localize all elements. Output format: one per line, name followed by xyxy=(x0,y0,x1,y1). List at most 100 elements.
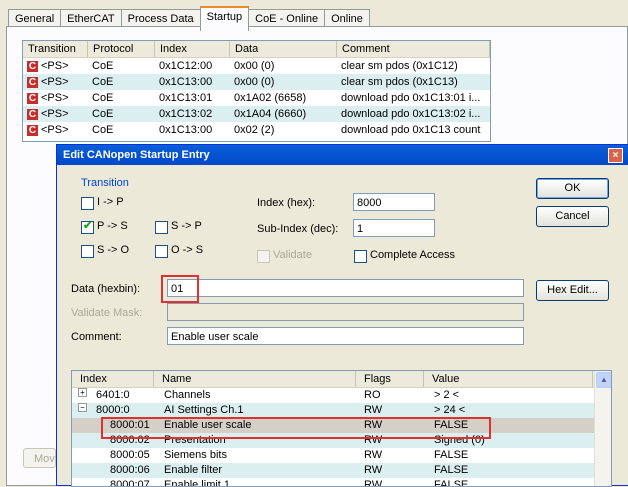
scroll-up-icon[interactable]: ▲ xyxy=(596,372,611,388)
comment-cell: clear sm pdos (0x1C13) xyxy=(341,76,458,88)
startup-list[interactable]: Transition Protocol Index Data Comment C… xyxy=(22,40,491,142)
protocol-cell: CoE xyxy=(92,92,114,104)
tree-flags: RW xyxy=(364,449,383,461)
data-input[interactable]: 01 xyxy=(167,279,524,297)
tree-name: Channels xyxy=(164,389,211,401)
tree-row[interactable]: − 8000:0 AI Settings Ch.1 RW > 24 < xyxy=(72,403,611,418)
col-name[interactable]: Name xyxy=(154,371,356,387)
data-cell: 0x00 (0) xyxy=(234,76,275,88)
tree-index: 8000:0 xyxy=(96,404,130,416)
coe-entry-icon: C xyxy=(27,60,38,72)
index-input[interactable]: 8000 xyxy=(353,193,435,211)
transition-cell: <PS> xyxy=(41,124,69,136)
checkbox-o-s[interactable] xyxy=(155,245,168,258)
index-cell: 0x1C13:01 xyxy=(159,92,213,104)
tab-startup[interactable]: Startup xyxy=(199,6,250,31)
table-row[interactable]: C <PS> CoE 0x1C13:00 0x00 (0) clear sm pd… xyxy=(23,74,490,90)
subindex-label: Sub-Index (dec): xyxy=(257,223,339,235)
col-value[interactable]: Value xyxy=(424,371,593,387)
transition-cell: <PS> xyxy=(41,60,69,72)
checkbox-s-p-label: S -> P xyxy=(171,220,202,232)
tree-index: 8000:07 xyxy=(110,479,150,487)
tree-flags: RW xyxy=(364,479,383,487)
table-row[interactable]: C <PS> CoE 0x1C12:00 0x00 (0) clear sm pd… xyxy=(23,58,490,74)
checkbox-i-p-label: I -> P xyxy=(97,196,124,208)
coe-entry-icon: C xyxy=(27,124,38,136)
col-transition[interactable]: Transition xyxy=(23,41,88,57)
ok-button[interactable]: OK xyxy=(536,178,609,199)
index-cell: 0x1C12:00 xyxy=(159,60,213,72)
tree-row[interactable]: 8000:07 Enable limit 1 RW FALSE xyxy=(72,478,611,487)
col-flags[interactable]: Flags xyxy=(356,371,424,387)
tree-value: > 24 < xyxy=(434,404,466,416)
col-data[interactable]: Data xyxy=(230,41,337,57)
checkbox-s-o[interactable] xyxy=(81,245,94,258)
protocol-cell: CoE xyxy=(92,108,114,120)
comment-cell: download pdo 0x1C13 count xyxy=(341,124,481,136)
tree-row[interactable]: 8000:05 Siemens bits RW FALSE xyxy=(72,448,611,463)
data-cell: 0x00 (0) xyxy=(234,60,275,72)
complete-access-label: Complete Access xyxy=(370,249,455,261)
checkbox-i-p[interactable] xyxy=(81,197,94,210)
col-comment[interactable]: Comment xyxy=(337,41,490,57)
checkbox-o-s-label: O -> S xyxy=(171,244,204,256)
transition-group-label: Transition xyxy=(81,177,129,189)
validate-mask-label: Validate Mask: xyxy=(71,307,143,319)
checkmark-icon: ✔ xyxy=(83,220,93,232)
transition-cell: <PS> xyxy=(41,108,69,120)
tree-flags: RW xyxy=(364,464,383,476)
tab-strip: General EtherCAT Process Data Startup Co… xyxy=(8,6,370,31)
data-label: Data (hexbin): xyxy=(71,283,141,295)
validate-mask-input[interactable] xyxy=(167,303,524,321)
move-button[interactable]: Mov xyxy=(23,448,56,468)
table-row[interactable]: C <PS> CoE 0x1C13:00 0x02 (2) download pd… xyxy=(23,122,490,138)
tree-name: Enable limit 1 xyxy=(164,479,231,487)
data-cell: 0x1A04 (6660) xyxy=(234,108,307,120)
expand-icon[interactable]: + xyxy=(78,388,87,397)
subindex-input[interactable]: 1 xyxy=(353,219,435,237)
transition-cell: <PS> xyxy=(41,92,69,104)
collapse-icon[interactable]: − xyxy=(78,403,87,412)
tree-value: > 2 < xyxy=(434,389,460,401)
hex-edit-button[interactable]: Hex Edit... xyxy=(536,280,609,301)
col-index[interactable]: Index xyxy=(72,371,154,387)
validate-label: Validate xyxy=(273,249,312,261)
index-cell: 0x1C13:02 xyxy=(159,108,213,120)
tree-name: Siemens bits xyxy=(164,449,227,461)
startup-list-header: Transition Protocol Index Data Comment xyxy=(23,41,490,58)
tree-row[interactable]: 8000:06 Enable filter RW FALSE xyxy=(72,463,611,478)
highlight-box xyxy=(101,417,491,439)
tree-flags: RW xyxy=(364,404,383,416)
comment-input[interactable]: Enable user scale xyxy=(167,327,524,345)
col-index[interactable]: Index xyxy=(155,41,230,57)
tree-index: 6401:0 xyxy=(96,389,130,401)
checkbox-s-p[interactable] xyxy=(155,221,168,234)
validate-checkbox[interactable] xyxy=(257,250,270,263)
data-cell: 0x1A02 (6658) xyxy=(234,92,307,104)
comment-label: Comment: xyxy=(71,331,122,343)
table-row[interactable]: C <PS> CoE 0x1C13:02 0x1A04 (6660) downlo… xyxy=(23,106,490,122)
comment-cell: download pdo 0x1C13:01 i... xyxy=(341,92,481,104)
checkbox-s-o-label: S -> O xyxy=(97,244,130,256)
close-icon[interactable]: × xyxy=(608,148,623,163)
tree-name: Enable filter xyxy=(164,464,223,476)
data-cell: 0x02 (2) xyxy=(234,124,275,136)
checkbox-p-s[interactable]: ✔ xyxy=(81,220,94,234)
col-protocol[interactable]: Protocol xyxy=(88,41,155,57)
cancel-button[interactable]: Cancel xyxy=(536,206,609,227)
tree-value: FALSE xyxy=(434,464,469,476)
tree-row[interactable]: + 6401:0 Channels RO > 2 < xyxy=(72,388,611,403)
complete-access-checkbox[interactable] xyxy=(354,250,367,263)
tree-header: Index Name Flags Value xyxy=(72,371,611,388)
dialog-title: Edit CANopen Startup Entry xyxy=(63,149,210,161)
tree-value: FALSE xyxy=(434,449,469,461)
coe-entry-icon: C xyxy=(27,76,38,88)
index-cell: 0x1C13:00 xyxy=(159,124,213,136)
protocol-cell: CoE xyxy=(92,76,114,88)
tree-scrollbar[interactable]: ▲ xyxy=(594,371,611,486)
edit-startup-entry-dialog: Edit CANopen Startup Entry × Transition … xyxy=(56,144,628,487)
table-row[interactable]: C <PS> CoE 0x1C13:01 0x1A02 (6658) downlo… xyxy=(23,90,490,106)
tree-name: AI Settings Ch.1 xyxy=(164,404,244,416)
dialog-titlebar[interactable]: Edit CANopen Startup Entry × xyxy=(57,145,628,165)
transition-cell: <PS> xyxy=(41,76,69,88)
